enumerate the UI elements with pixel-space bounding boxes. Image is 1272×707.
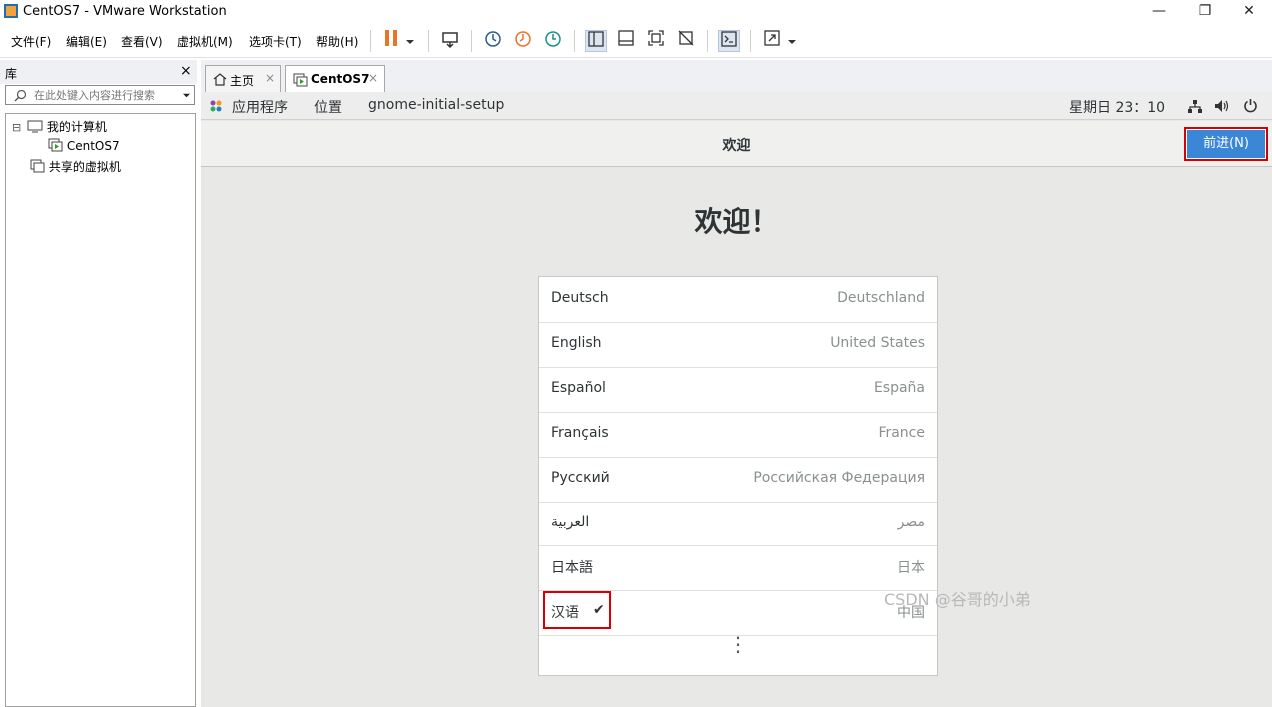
- vm-running-icon: [48, 138, 63, 152]
- console-view-icon[interactable]: [718, 30, 740, 52]
- language-region: Deutschland: [837, 290, 925, 306]
- places-menu[interactable]: 位置: [314, 97, 342, 117]
- stretch-guest-icon[interactable]: [761, 30, 783, 52]
- language-region: 日本: [897, 560, 925, 576]
- search-dropdown-icon[interactable]: [182, 92, 191, 99]
- menu-vm[interactable]: 虚拟机(M): [177, 33, 233, 50]
- tree-item-label: 我的计算机: [46, 120, 107, 134]
- watermark: CSDN @谷哥的小弟: [884, 590, 1031, 609]
- volume-icon[interactable]: [1214, 99, 1230, 113]
- snapshot-manager-icon[interactable]: [542, 30, 564, 52]
- thumbnail-view-icon[interactable]: [615, 30, 637, 52]
- pause-dropdown-icon[interactable]: [402, 30, 418, 52]
- tree-item-label: CentOS7: [66, 139, 120, 153]
- tree-item-centos7[interactable]: CentOS7: [48, 138, 120, 153]
- selection-highlight: [543, 591, 611, 629]
- language-row[interactable]: العربية مصر: [539, 502, 937, 546]
- revert-snapshot-icon[interactable]: [512, 30, 534, 52]
- vmware-app-icon: [4, 4, 18, 18]
- library-tree: ⊟ 我的计算机 CentOS7 共享的虚拟机: [5, 113, 196, 707]
- menu-bar: 文件(F) 编辑(E) 查看(V) 虚拟机(M) 选项卡(T) 帮助(H): [0, 24, 1272, 58]
- toolbar-separator: [471, 30, 472, 52]
- toolbar-separator: [428, 30, 429, 52]
- language-name: Français: [551, 425, 609, 441]
- language-name: Русский: [551, 470, 610, 486]
- menu-view[interactable]: 查看(V): [121, 33, 163, 50]
- menu-tabs[interactable]: 选项卡(T): [249, 33, 302, 50]
- snapshot-icon[interactable]: [482, 30, 504, 52]
- power-icon[interactable]: [1243, 98, 1258, 113]
- pause-icon[interactable]: [380, 30, 402, 52]
- language-row[interactable]: English United States: [539, 322, 937, 368]
- language-row[interactable]: Deutsch Deutschland: [539, 277, 937, 323]
- library-header: 库 ×: [0, 60, 197, 84]
- language-row[interactable]: Русский Российская Федерация: [539, 457, 937, 503]
- language-row[interactable]: Español España: [539, 367, 937, 413]
- welcome-heading: 欢迎！: [694, 205, 779, 238]
- gnome-top-bar: 应用程序 位置 gnome-initial-setup 星期日 23：10: [201, 92, 1272, 120]
- network-icon[interactable]: [1187, 99, 1203, 114]
- language-row[interactable]: Français France: [539, 412, 937, 458]
- unity-mode-icon[interactable]: [675, 30, 697, 52]
- stretch-dropdown-icon[interactable]: [784, 30, 800, 52]
- library-close-button[interactable]: ×: [180, 63, 192, 79]
- language-name: 日本語: [551, 560, 593, 576]
- menu-help[interactable]: 帮助(H): [316, 33, 358, 50]
- language-region: United States: [830, 335, 925, 351]
- applications-menu[interactable]: 应用程序: [232, 97, 288, 117]
- vm-running-icon: [293, 73, 308, 87]
- tree-item-shared-vms[interactable]: 共享的虚拟机: [30, 158, 121, 175]
- search-icon: [14, 89, 27, 102]
- library-search-field[interactable]: [5, 85, 195, 105]
- tab-close-icon[interactable]: ×: [368, 71, 378, 85]
- collapse-icon[interactable]: ⊟: [12, 121, 21, 134]
- language-name: English: [551, 335, 602, 351]
- app-menu[interactable]: gnome-initial-setup: [368, 97, 504, 113]
- vm-console[interactable]: 应用程序 位置 gnome-initial-setup 星期日 23：10 欢迎…: [201, 92, 1272, 707]
- tab-close-icon[interactable]: ×: [265, 71, 275, 85]
- toolbar-separator: [574, 30, 575, 52]
- close-window-button[interactable]: ✕: [1226, 0, 1272, 24]
- more-languages-icon[interactable]: ⋮: [539, 632, 937, 656]
- tab-label: 主页: [230, 74, 255, 88]
- search-input[interactable]: [34, 87, 174, 103]
- toolbar-separator: [370, 30, 371, 52]
- home-icon: [213, 73, 227, 86]
- next-button[interactable]: 前进(N): [1184, 127, 1268, 161]
- menu-file[interactable]: 文件(F): [11, 33, 51, 50]
- gnome-foot-icon: [210, 100, 222, 112]
- next-button-label: 前进(N): [1187, 130, 1265, 158]
- tree-item-my-computer[interactable]: ⊟ 我的计算机: [12, 118, 107, 135]
- language-region: Российская Федерация: [753, 470, 925, 486]
- computer-icon: [27, 120, 43, 133]
- full-screen-icon[interactable]: [645, 30, 667, 52]
- language-region: France: [878, 425, 925, 441]
- tab-home[interactable]: 主页 ×: [205, 65, 281, 92]
- language-region: España: [873, 380, 925, 396]
- language-region: مصر: [897, 514, 925, 530]
- language-row[interactable]: 日本語 日本: [539, 545, 937, 591]
- language-name: العربية: [551, 514, 590, 530]
- toolbar-separator: [707, 30, 708, 52]
- minimize-button[interactable]: —: [1136, 0, 1182, 24]
- header-title: 欢迎: [722, 138, 751, 154]
- send-ctrl-alt-del-icon[interactable]: [439, 30, 461, 52]
- tab-bar: 主页 × CentOS7 ×: [201, 60, 1272, 92]
- title-bar: CentOS7 - VMware Workstation — ❐ ✕: [0, 0, 1272, 24]
- tab-label: CentOS7: [311, 72, 370, 86]
- clock[interactable]: 星期日 23：10: [1069, 97, 1165, 117]
- menu-edit[interactable]: 编辑(E): [66, 33, 107, 50]
- window-title: CentOS7 - VMware Workstation: [23, 4, 227, 19]
- language-name: Deutsch: [551, 290, 609, 306]
- library-title: 库: [5, 67, 18, 81]
- language-name: Español: [551, 380, 606, 396]
- toolbar-separator: [750, 30, 751, 52]
- tab-centos7[interactable]: CentOS7 ×: [285, 65, 385, 92]
- setup-header-bar: 欢迎: [201, 121, 1272, 167]
- tree-item-label: 共享的虚拟机: [48, 160, 121, 174]
- restore-button[interactable]: ❐: [1182, 0, 1228, 24]
- shared-vm-icon: [30, 159, 45, 173]
- library-view-icon[interactable]: [585, 30, 607, 52]
